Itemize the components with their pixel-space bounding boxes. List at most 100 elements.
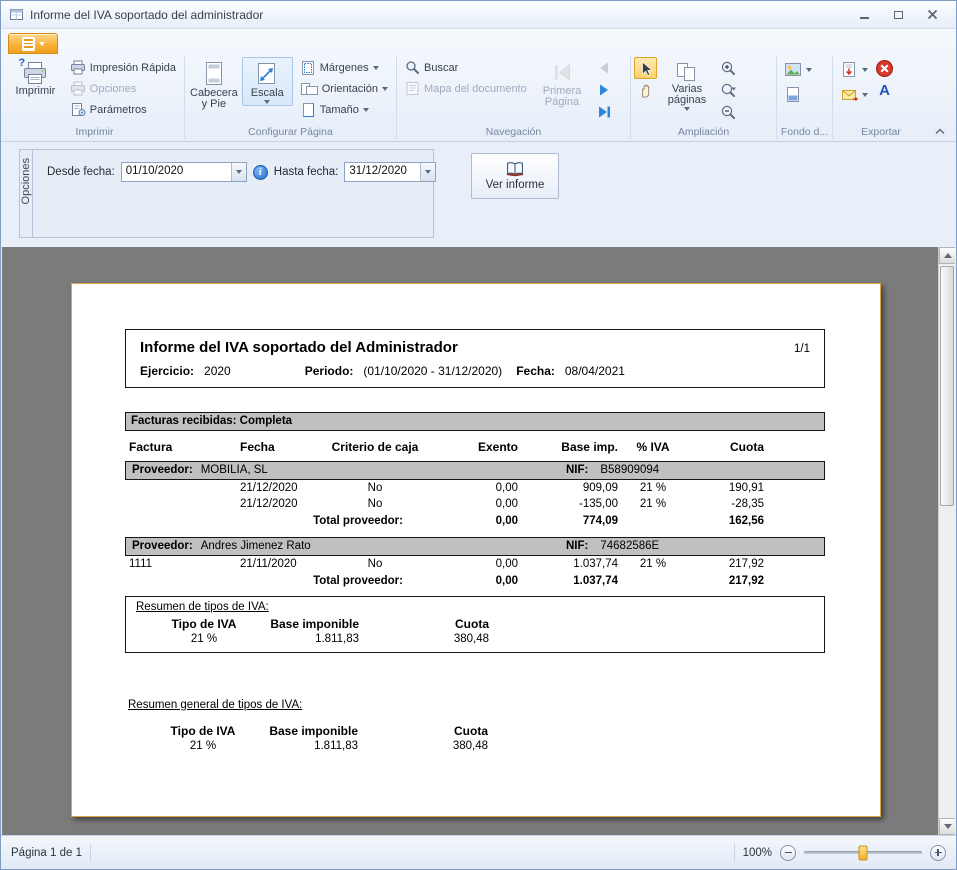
many-pages-button[interactable]: Varias páginas [659, 57, 715, 113]
page-color-button[interactable] [780, 82, 815, 107]
zoom-slider-thumb[interactable] [859, 845, 868, 860]
document-map-button: Mapa del documento [400, 78, 532, 99]
print-options-icon [70, 81, 86, 96]
zoom-in-button[interactable] [717, 57, 740, 79]
chevron-down-icon [373, 66, 379, 70]
ribbon-group-imprimir: ? Imprimir Impresión Rápida Opciones [5, 56, 185, 139]
plus-icon [935, 852, 942, 854]
chevron-down-icon [382, 87, 388, 91]
zoom-out-button[interactable] [780, 845, 796, 861]
group-label-exportar: Exportar [836, 125, 926, 139]
parameters-icon [70, 102, 86, 117]
hand-icon [637, 82, 654, 99]
document-preview[interactable]: Informe del IVA soportado del Administra… [2, 247, 955, 835]
print-options-button: Opciones [65, 78, 181, 99]
dropdown-button[interactable] [420, 163, 435, 181]
ejercicio-label: Ejercicio: [140, 364, 194, 378]
ribbon-group-ampliacion: Varias páginas [631, 56, 777, 139]
table-header-row: Factura Fecha Criterio de caja Exento Ba… [125, 440, 764, 454]
app-window: Informe del IVA soportado del administra… [0, 0, 957, 870]
appearance-button[interactable]: A [873, 79, 896, 101]
app-icon [9, 7, 24, 22]
close-icon [927, 9, 938, 20]
section-header: Facturas recibidas: Completa [125, 412, 825, 431]
arrow-down-icon [944, 824, 952, 829]
zoom-out-button[interactable] [717, 101, 740, 123]
dropdown-button[interactable] [231, 163, 246, 181]
view-report-button[interactable]: Ver informe [471, 153, 559, 199]
export-document-icon [839, 61, 859, 79]
quick-print-icon [70, 60, 86, 75]
fecha-label: Fecha: [516, 364, 555, 378]
from-date-input[interactable]: 01/10/2020 [121, 162, 247, 182]
chevron-down-icon [39, 42, 45, 46]
page-indicator: Página 1 de 1 [11, 847, 82, 859]
report-book-icon [505, 161, 525, 177]
maximize-button[interactable] [888, 7, 908, 23]
page-color-icon [783, 86, 803, 104]
zoom-in-button[interactable] [930, 845, 946, 861]
scroll-up-button[interactable] [939, 247, 955, 264]
minimize-button[interactable] [854, 7, 874, 23]
zoom-out-icon [720, 104, 737, 121]
collapse-ribbon-button[interactable] [932, 124, 948, 138]
many-pages-icon [675, 61, 699, 83]
chevron-down-icon [806, 68, 812, 72]
group-label-configurar: Configurar Página [188, 125, 393, 139]
export-document-button[interactable] [836, 57, 871, 82]
provider-total-row: Total proveedor: 0,00 1.037,74 217,92 [125, 573, 764, 590]
general-summary-row: 21 % 1.811,83 380,48 [125, 740, 825, 752]
next-page-button[interactable] [592, 79, 615, 101]
maximize-icon [894, 11, 903, 19]
header-footer-button[interactable]: Cabecera y Pie [188, 57, 240, 112]
zoom-dropdown-button[interactable] [717, 79, 740, 101]
send-email-button[interactable] [836, 82, 871, 107]
ribbon-group-navegacion: Buscar Mapa del documento Primera Página [397, 56, 631, 139]
scrollbar-thumb[interactable] [940, 266, 954, 506]
summary-header-row: Tipo de IVA Base imponible Cuota [126, 617, 824, 631]
orientation-icon [300, 81, 318, 97]
from-date-label: Desde fecha: [47, 166, 115, 178]
ejercicio-value: 2020 [204, 364, 231, 378]
vertical-scrollbar[interactable] [938, 247, 955, 835]
printer-icon: ? [22, 61, 48, 85]
last-page-icon [596, 105, 612, 119]
chevron-down-icon [862, 93, 868, 97]
scroll-down-button[interactable] [939, 818, 955, 835]
pointer-tool-button[interactable] [634, 57, 657, 79]
report-title: Informe del IVA soportado del Administra… [140, 339, 794, 356]
last-page-button[interactable] [592, 101, 615, 123]
invoice-row: 21/12/2020 No 0,00 909,09 21 % 190,91 [125, 480, 764, 496]
scale-button[interactable]: Escala [242, 57, 293, 106]
search-button[interactable]: Buscar [400, 57, 532, 78]
statusbar-divider [90, 844, 91, 862]
letter-a-icon: A [879, 83, 890, 98]
fecha-value: 08/04/2021 [565, 364, 625, 378]
hand-tool-button[interactable] [634, 79, 657, 101]
header-footer-icon [202, 61, 226, 87]
chevron-up-icon [934, 127, 946, 136]
application-menu-button[interactable] [8, 33, 58, 54]
orientation-button[interactable]: Orientación [295, 78, 393, 99]
group-label-navegacion: Navegación [400, 125, 627, 139]
options-area: Opciones Desde fecha: 01/10/2020 i Hasta… [1, 142, 956, 247]
to-date-input[interactable]: 31/12/2020 [344, 162, 436, 182]
tab-opciones[interactable]: Opciones [20, 150, 33, 237]
provider-total-row: Total proveedor: 0,00 774,09 162,56 [125, 513, 764, 530]
watermark-button[interactable] [780, 57, 815, 82]
close-preview-button[interactable] [873, 57, 896, 79]
size-button[interactable]: Tamaño [295, 99, 393, 120]
watermark-icon [783, 61, 803, 79]
chevron-down-icon [264, 100, 270, 104]
zoom-icon [720, 82, 737, 99]
zoom-slider[interactable] [804, 851, 922, 854]
quick-print-button[interactable]: Impresión Rápida [65, 57, 181, 78]
ribbon: ? Imprimir Impresión Rápida Opciones [1, 29, 956, 142]
margins-button[interactable]: Márgenes [295, 57, 393, 78]
provider-bar: Proveedor:MOBILIA, SL NIF:B58909094 [125, 461, 825, 480]
parameters-button[interactable]: Parámetros [65, 99, 181, 120]
page-size-icon [300, 102, 316, 118]
close-button[interactable] [922, 7, 942, 23]
chevron-down-icon [363, 108, 369, 112]
print-button[interactable]: ? Imprimir [8, 57, 63, 99]
